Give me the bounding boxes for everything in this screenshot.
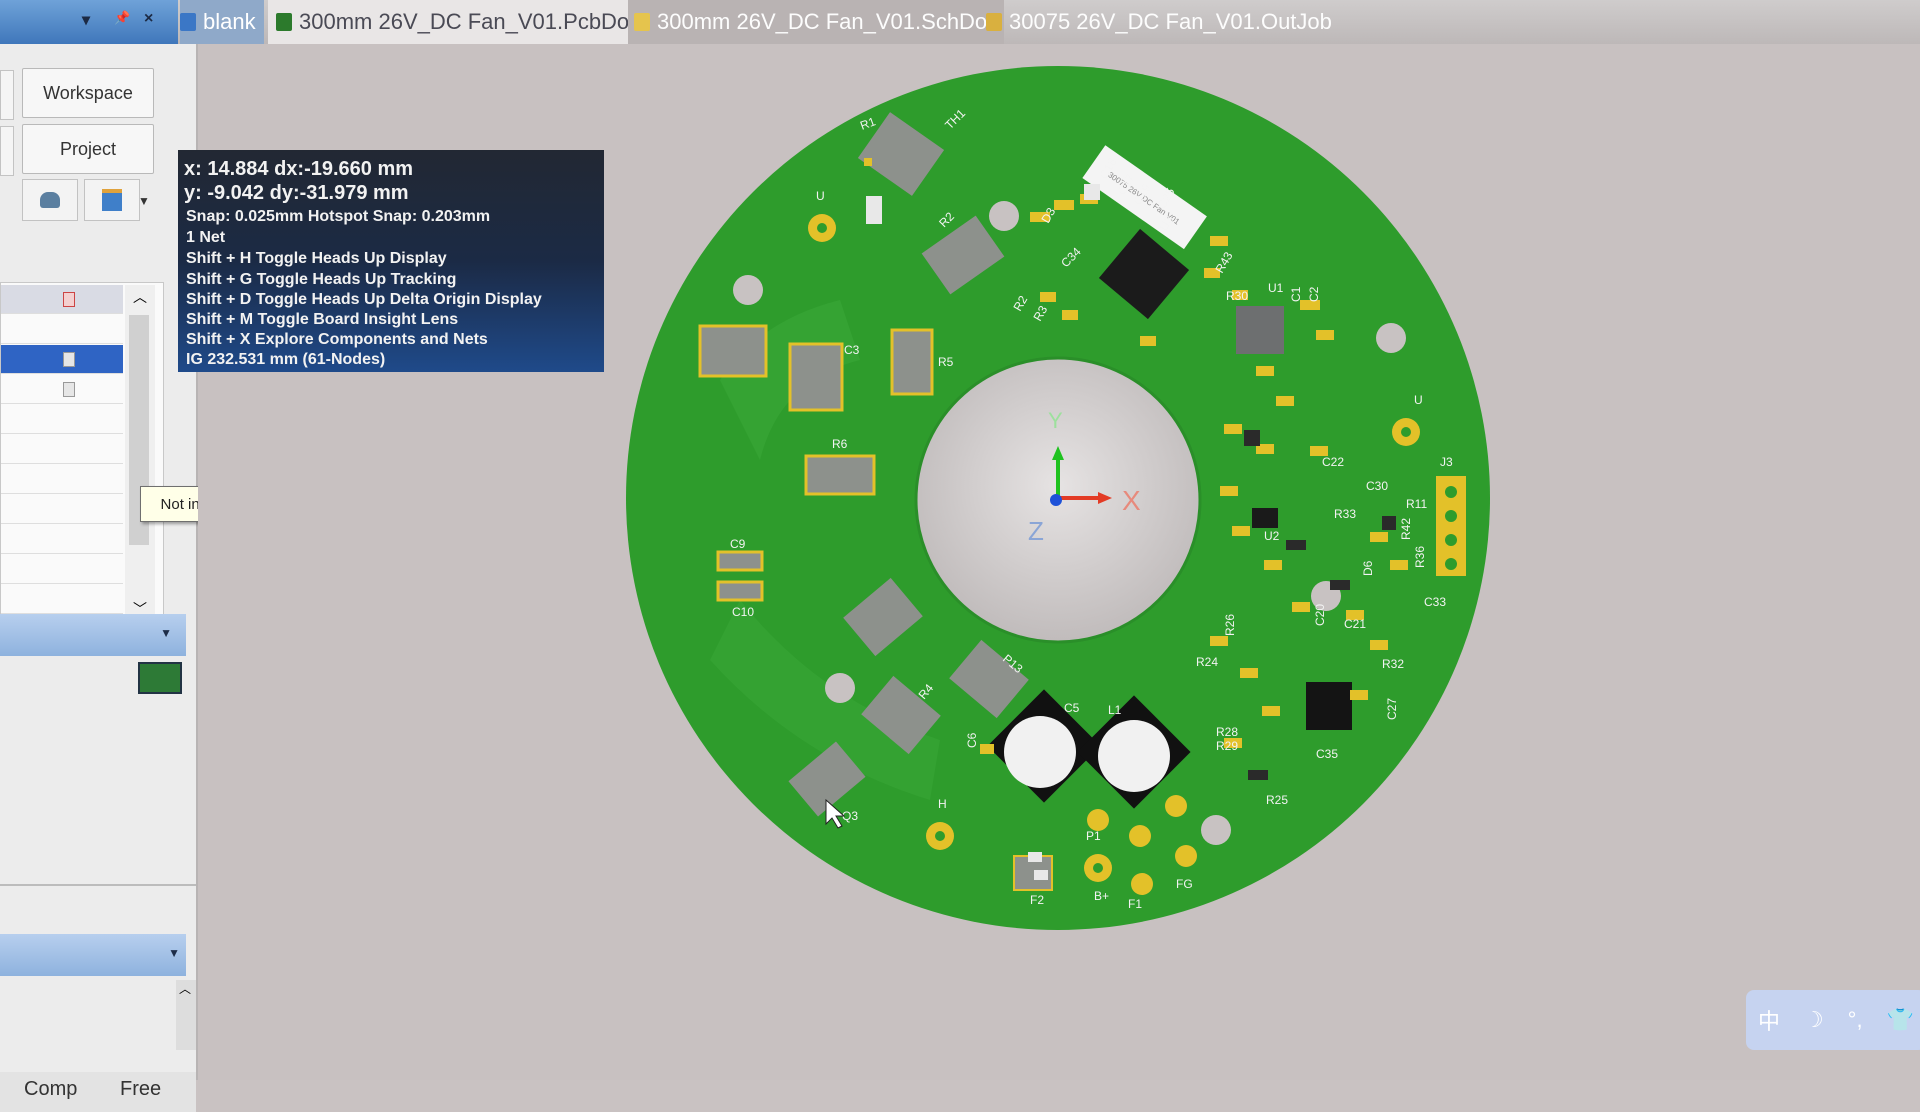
heads-up-display: x: 14.884 dx:-19.660 mm y: -9.042 dy:-31… <box>178 150 604 372</box>
mounting-hole <box>989 201 1019 231</box>
label-c27: C27 <box>1385 698 1399 720</box>
ic-u2[interactable] <box>1252 508 1278 528</box>
label-p1: P1 <box>1086 829 1101 843</box>
label-r28: R28 <box>1216 725 1238 739</box>
hud-shortcut: Shift + H Toggle Heads Up Display <box>186 250 447 267</box>
label-c6: C6 <box>965 732 979 748</box>
ic-u4[interactable] <box>1306 682 1352 730</box>
ic-u1[interactable] <box>1236 306 1284 354</box>
component-c9[interactable] <box>716 550 764 572</box>
skin-icon[interactable]: 👕 <box>1887 1007 1914 1033</box>
label-c20: C20 <box>1313 604 1327 626</box>
tab-free[interactable]: Free <box>120 1078 161 1101</box>
label-c21: C21 <box>1344 617 1366 631</box>
hud-shortcut: Shift + M Toggle Board Insight Lens <box>186 311 459 328</box>
connector-j3[interactable] <box>1436 476 1466 576</box>
tab-comp[interactable]: Comp <box>24 1078 77 1101</box>
hud-shortcut: Shift + X Explore Components and Nets <box>186 331 488 348</box>
mounting-hole <box>825 673 855 703</box>
axis-z-label: Z <box>1028 516 1044 546</box>
hud-shortcut: Shift + D Toggle Heads Up Delta Origin D… <box>186 291 542 308</box>
label-f1: F1 <box>1128 897 1142 911</box>
moon-icon[interactable]: ☽ <box>1804 1007 1824 1033</box>
label-u: U <box>816 189 825 203</box>
label-h: H <box>938 797 947 811</box>
component-r5[interactable] <box>890 328 934 396</box>
label-r30: R30 <box>1226 289 1248 303</box>
component-c10[interactable] <box>716 580 764 602</box>
label-c5: C5 <box>1064 701 1080 715</box>
label-r33: R33 <box>1334 507 1356 521</box>
hud-shortcut: Shift + G Toggle Heads Up Tracking <box>186 271 457 288</box>
origin-dot <box>1050 494 1062 506</box>
label-r11: R11 <box>1406 497 1427 511</box>
ime-chinese-icon[interactable]: 中 <box>1758 1004 1780 1036</box>
label-d6: D6 <box>1361 560 1375 576</box>
component-c3[interactable] <box>788 342 844 412</box>
label-l1: L1 <box>1108 703 1122 717</box>
mounting-hole <box>1376 323 1406 353</box>
axis-x-label: X <box>1122 485 1141 516</box>
label-c35: C35 <box>1316 747 1338 761</box>
mounting-hole <box>1201 815 1231 845</box>
label-r6: R6 <box>832 437 848 451</box>
label-c3: C3 <box>844 343 860 357</box>
label-c22: C22 <box>1322 455 1344 469</box>
label-c2: C2 <box>1307 286 1321 302</box>
ime-toolbar[interactable]: 中 ☽ °, 👕 <box>1746 990 1920 1050</box>
label-u-right: U <box>1414 393 1423 407</box>
label-c9: C9 <box>730 537 746 551</box>
label-r26: R26 <box>1223 614 1237 636</box>
label-fg: FG <box>1176 877 1193 891</box>
hud-snap: Snap: 0.025mm Hotspot Snap: 0.203mm <box>186 208 491 225</box>
label-c1: C1 <box>1289 286 1303 302</box>
label-u1: U1 <box>1268 281 1284 295</box>
label-r36: R36 <box>1413 546 1427 568</box>
component-q4[interactable] <box>698 324 768 378</box>
hud-y-coordinate: y: -9.042 dy:-31.979 mm <box>184 182 409 204</box>
component-r6[interactable] <box>804 454 876 496</box>
label-j3: J3 <box>1440 455 1453 469</box>
label-r24: R24 <box>1196 655 1218 669</box>
punctuation-icon[interactable]: °, <box>1848 1007 1863 1033</box>
label-r29: R29 <box>1216 739 1238 753</box>
label-r32: R32 <box>1382 657 1404 671</box>
label-r5: R5 <box>938 355 954 369</box>
mounting-hole <box>733 275 763 305</box>
axis-y-label: Y <box>1048 408 1063 433</box>
label-c10: C10 <box>732 605 754 619</box>
label-c30: C30 <box>1366 479 1388 493</box>
hud-x-coordinate: x: 14.884 dx:-19.660 mm <box>184 158 414 180</box>
label-c33: C33 <box>1424 595 1446 609</box>
label-u2: U2 <box>1264 529 1280 543</box>
label-r42: R42 <box>1399 518 1413 540</box>
hud-net-length: IG 232.531 mm (61-Nodes) <box>186 351 386 368</box>
label-r25: R25 <box>1266 793 1288 807</box>
label-b-plus: B+ <box>1094 889 1109 903</box>
label-f2: F2 <box>1030 893 1044 907</box>
hud-net: 1 Net <box>186 229 226 246</box>
